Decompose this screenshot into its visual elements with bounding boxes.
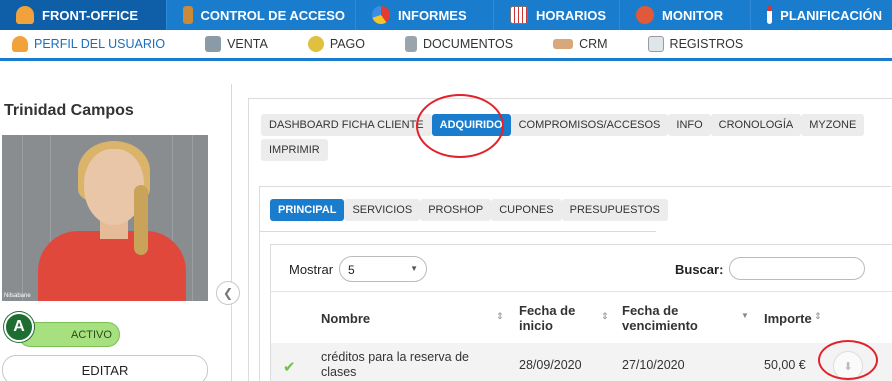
search-input[interactable] <box>729 257 865 280</box>
subnav-perfil-usuario[interactable]: PERFIL DEL USUARIO <box>0 30 177 58</box>
user-icon <box>16 6 34 24</box>
chevron-down-icon: ▼ <box>410 264 418 273</box>
subnav-registros[interactable]: REGISTROS <box>636 30 756 58</box>
document-icon <box>405 36 418 52</box>
tab-myzone[interactable]: MYZONE <box>801 114 865 136</box>
cell-fecha-inicio: 28/09/2020 <box>519 357 582 372</box>
status-letter-badge: A <box>4 312 34 342</box>
topnav-label: HORARIOS <box>536 7 607 23</box>
photo-watermark: Nilsabane <box>4 293 31 299</box>
door-icon <box>183 6 193 24</box>
sort-icon[interactable]: ⇕ <box>814 311 822 322</box>
tab-cronologia[interactable]: CRONOLOGÍA <box>710 114 802 136</box>
topnav-label: INFORMES <box>398 7 467 23</box>
checkmark-icon: ✔ <box>283 359 296 376</box>
col-header-nombre[interactable]: Nombre <box>321 292 501 344</box>
chevron-left-icon: ❮ <box>222 286 234 300</box>
sub-tabs: PRINCIPAL SERVICIOS PROSHOP CUPONES PRES… <box>270 199 668 221</box>
status-indicator: ACTIVO A <box>4 312 120 347</box>
subnav-label: VENTA <box>227 37 268 51</box>
handshake-icon <box>553 39 574 49</box>
tab-presupuestos[interactable]: PRESUPUESTOS <box>561 199 668 221</box>
purchases-table: Mostrar 5 ▼ Buscar: Nombre ⇕ Fecha de in… <box>270 244 892 381</box>
topnav-control-acceso[interactable]: CONTROL DE ACCESO <box>167 0 356 30</box>
topnav-monitor[interactable]: MONITOR <box>620 0 751 30</box>
topnav-planificacion[interactable]: PLANIFICACIÓN <box>751 0 892 30</box>
subnav-label: PERFIL DEL USUARIO <box>34 37 166 51</box>
tab-compromisos[interactable]: COMPROMISOS/ACCESOS <box>510 114 669 136</box>
tab-principal[interactable]: PRINCIPAL <box>270 199 345 221</box>
show-entries-label: Mostrar <box>289 262 334 277</box>
tab-proshop[interactable]: PROSHOP <box>420 199 492 221</box>
topnav-front-office[interactable]: FRONT-OFFICE <box>0 0 167 30</box>
divider <box>260 231 656 232</box>
cell-fecha-vencimiento: 27/10/2020 <box>622 357 685 372</box>
topnav-label: FRONT-OFFICE <box>42 7 139 23</box>
top-nav: FRONT-OFFICE CONTROL DE ACCESO INFORMES … <box>0 0 892 30</box>
subnav-label: DOCUMENTOS <box>423 37 514 51</box>
topnav-informes[interactable]: INFORMES <box>356 0 494 30</box>
annotation-circle <box>416 94 504 158</box>
sub-nav: PERFIL DEL USUARIO VENTA PAGO DOCUMENTOS… <box>0 30 892 61</box>
client-photo: Nilsabane <box>2 135 208 301</box>
header-label: Fecha de vencimiento <box>622 303 698 333</box>
client-name: Trinidad Campos <box>4 102 134 119</box>
sort-icon[interactable]: ⇕ <box>601 311 609 322</box>
tab-cupones[interactable]: CUPONES <box>491 199 562 221</box>
topnav-label: CONTROL DE ACCESO <box>200 7 345 23</box>
table-row[interactable]: ✔ créditos para la reserva de clases 28/… <box>271 343 892 381</box>
people-icon <box>636 6 654 24</box>
main-tabs: DASHBOARD FICHA CLIENTE ADQUIRIDO COMPRO… <box>261 114 865 161</box>
tab-servicios[interactable]: SERVICIOS <box>344 199 421 221</box>
header-label: Importe <box>764 310 812 326</box>
subnav-label: REGISTROS <box>669 37 744 51</box>
status-label: ACTIVO <box>71 329 112 341</box>
show-entries-value: 5 <box>348 263 355 277</box>
calendar-icon <box>767 6 773 24</box>
cash-register-icon <box>205 36 222 52</box>
topnav-label: MONITOR <box>662 7 724 23</box>
subnav-label: CRM <box>579 37 608 51</box>
tab-dashboard[interactable]: DASHBOARD FICHA CLIENTE <box>261 114 432 136</box>
cell-importe: 50,00 € <box>764 357 806 372</box>
main-panel: DASHBOARD FICHA CLIENTE ADQUIRIDO COMPRO… <box>248 98 892 381</box>
subnav-label: PAGO <box>329 37 366 51</box>
table-header: Nombre ⇕ Fecha de inicio ⇕ Fecha de venc… <box>271 291 892 343</box>
collapse-sidebar-button[interactable]: ❮ <box>216 281 240 305</box>
coin-icon <box>307 36 324 52</box>
search-label: Buscar: <box>675 262 724 277</box>
client-sidebar: Trinidad Campos Nilsabane ACTIVO A EDITA… <box>0 84 232 381</box>
col-header-fecha-inicio[interactable]: Fecha de inicio <box>519 292 589 344</box>
user-icon <box>12 36 28 52</box>
notepad-icon <box>647 36 664 52</box>
subnav-crm[interactable]: CRM <box>541 30 619 58</box>
header-label: Nombre <box>321 310 371 326</box>
adquirido-panel: PRINCIPAL SERVICIOS PROSHOP CUPONES PRES… <box>259 186 892 381</box>
edit-button[interactable]: EDITAR <box>2 355 208 381</box>
pie-chart-icon <box>372 6 390 24</box>
subnav-pago[interactable]: PAGO <box>296 30 377 58</box>
sort-icon[interactable]: ⇕ <box>496 311 504 322</box>
tab-info[interactable]: INFO <box>668 114 711 136</box>
tab-imprimir[interactable]: IMPRIMIR <box>261 139 328 161</box>
subnav-venta[interactable]: VENTA <box>193 30 280 58</box>
col-header-fecha-vencimiento[interactable]: Fecha de vencimiento <box>622 292 722 344</box>
topnav-label: PLANIFICACIÓN <box>780 7 882 23</box>
header-label: Fecha de inicio <box>519 303 576 333</box>
show-entries-select[interactable]: 5 ▼ <box>339 256 427 282</box>
annotation-circle <box>818 340 878 380</box>
sort-desc-icon[interactable]: ▼ <box>741 311 749 320</box>
topnav-horarios[interactable]: HORARIOS <box>494 0 620 30</box>
subnav-documentos[interactable]: DOCUMENTOS <box>393 30 525 58</box>
cell-nombre: créditos para la reserva de clases <box>321 350 469 379</box>
calendar-grid-icon <box>510 6 528 24</box>
